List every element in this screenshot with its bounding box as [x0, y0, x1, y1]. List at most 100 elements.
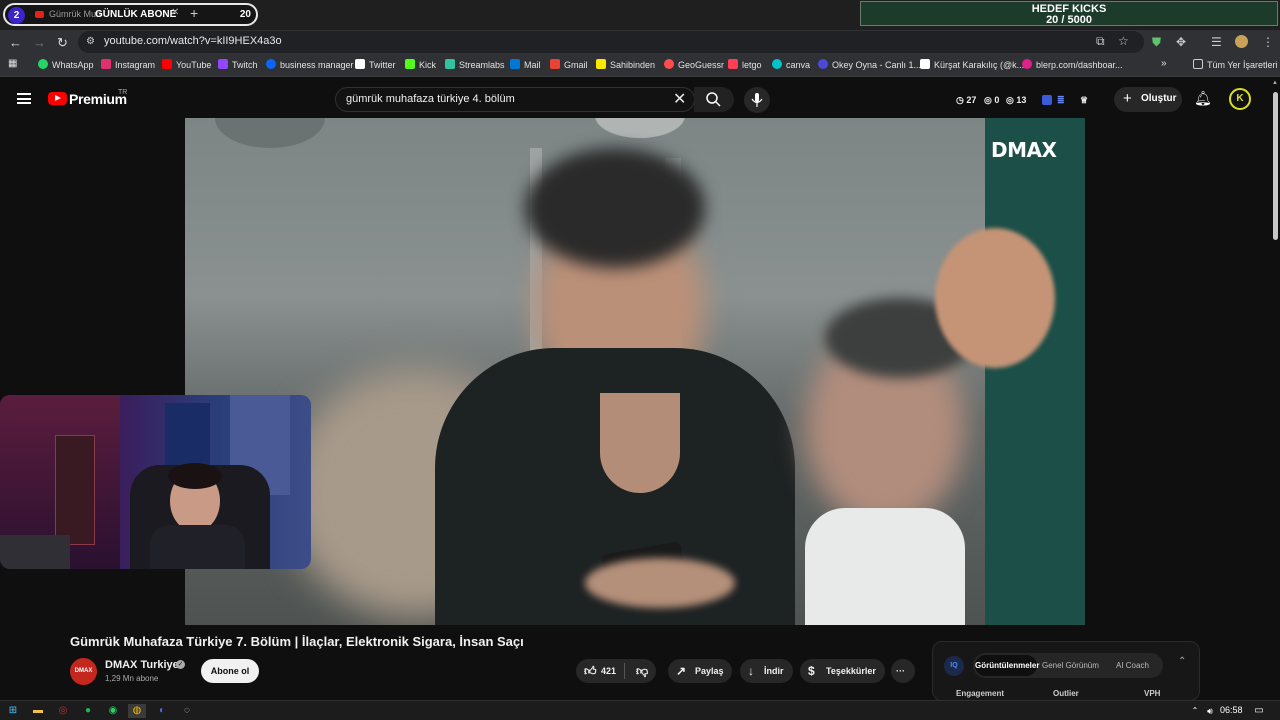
vidiq-logo-icon: IQ — [944, 656, 964, 676]
column-engagement: Engagement — [956, 689, 1005, 698]
new-tab-button[interactable]: + — [190, 5, 198, 21]
search-input[interactable]: gümrük muhafaza türkiye 4. bölüm — [335, 87, 695, 112]
overlay-left-count: 2 — [8, 7, 25, 24]
search-query[interactable]: gümrük muhafaza türkiye 4. bölüm — [346, 93, 515, 105]
bookmark-blerp[interactable]: blerp.com/dashboar... — [1022, 59, 1123, 70]
scroll-up-arrow-icon[interactable]: ▲ — [1272, 80, 1278, 86]
user-avatar[interactable]: K — [1229, 88, 1251, 110]
back-icon[interactable]: ← — [9, 35, 22, 50]
volume-icon[interactable]: 🔊︎ — [1203, 704, 1217, 718]
file-explorer-icon[interactable]: ▬ — [31, 704, 45, 718]
bookmark-streamlabs[interactable]: Streamlabs — [445, 59, 505, 70]
tab-views[interactable]: Görüntülenmeler — [975, 655, 1039, 676]
channel-name[interactable]: DMAX Turkiye — [105, 659, 179, 671]
bookmark-whatsapp[interactable]: WhatsApp — [38, 59, 94, 70]
bookmark-okey[interactable]: Okey Oyna - Canlı 1... — [818, 59, 921, 70]
youtube-header: Premium TR gümrük muhafaza türkiye 4. bö… — [0, 78, 1280, 120]
like-dislike-group: 👍︎ 421 👎︎ — [576, 659, 656, 683]
bookmark-business-manager[interactable]: business manager — [266, 59, 354, 70]
vidiq-icon[interactable] — [1042, 95, 1052, 105]
search-button[interactable] — [694, 87, 734, 112]
desk — [0, 535, 70, 569]
taskbar-clock[interactable]: 06:58 — [1220, 705, 1243, 715]
filter-icon[interactable]: ≣ — [1057, 95, 1065, 106]
bookmark-mail[interactable]: Mail — [510, 59, 541, 70]
kick-icon — [405, 59, 415, 69]
apps-grid-icon[interactable]: ▦ — [8, 58, 17, 69]
spotify-icon[interactable]: ● — [81, 704, 95, 718]
share-button[interactable]: ↗ Paylaş — [668, 659, 732, 683]
youtube-logo-icon[interactable] — [48, 92, 67, 105]
bookmarks-more-icon[interactable]: » — [1161, 58, 1167, 69]
chrome-menu-icon[interactable]: ⋮ — [1262, 35, 1274, 49]
clear-search-icon[interactable]: ✕ — [673, 89, 686, 109]
like-button[interactable]: 👍︎ 421 — [576, 659, 622, 683]
channel-avatar[interactable]: DMAX — [70, 658, 97, 685]
reload-icon[interactable]: ↻ — [57, 35, 68, 51]
subscribe-button[interactable]: Abone ol — [201, 659, 259, 683]
tab-ai-coach[interactable]: AI Coach — [1116, 661, 1149, 670]
bookmark-canva[interactable]: canva — [772, 59, 810, 70]
tab-overview[interactable]: Genel Görünüm — [1042, 661, 1099, 670]
bookmark-letgo[interactable]: letgo — [728, 59, 762, 70]
discord-icon[interactable]: ◐ — [155, 704, 169, 718]
download-button[interactable]: ↓ İndir — [740, 659, 793, 683]
map-pin-icon — [664, 59, 674, 69]
more-actions-button[interactable]: ··· — [891, 659, 915, 683]
vidiq-panel: IQ Görüntülenmeler Genel Görünüm AI Coac… — [932, 641, 1200, 701]
address-bar[interactable]: ⚙ youtube.com/watch?v=kII9HEX4a3o — [78, 31, 1144, 53]
forward-icon[interactable]: → — [33, 35, 46, 50]
obs-icon[interactable]: ◌ — [180, 704, 194, 718]
chrome-icon[interactable]: ◍ — [128, 704, 146, 718]
scrollbar-thumb[interactable] — [1273, 92, 1278, 240]
bookmark-twitch[interactable]: Twitch — [218, 59, 258, 70]
video-player[interactable]: DMAX — [185, 118, 1085, 625]
site-info-icon[interactable]: ⚙ — [86, 36, 95, 47]
url-text[interactable]: youtube.com/watch?v=kII9HEX4a3o — [104, 35, 282, 47]
subscriber-count: 1,29 Mn abone — [105, 674, 159, 683]
officer-uniform — [985, 118, 1085, 625]
dislike-button[interactable]: 👎︎ — [626, 659, 656, 683]
kicks-goal-overlay: HEDEF KICKS 20 / 5000 — [860, 1, 1278, 26]
stat-clock: ◷ 27 — [956, 95, 977, 105]
region-code: TR — [118, 89, 128, 96]
bookmark-sahibinden[interactable]: Sahibinden — [596, 59, 655, 70]
bookmark-youtube[interactable]: YouTube — [162, 59, 211, 70]
extensions-icon[interactable]: ✥ — [1176, 35, 1186, 49]
bookmark-twitter[interactable]: Twitter — [355, 59, 396, 70]
bookmark-tiktok[interactable]: Kürşat Karakılıç (@k... — [920, 59, 1024, 70]
bookmark-gmail[interactable]: Gmail — [550, 59, 588, 70]
okey-icon — [818, 59, 828, 69]
stat-views: ◎ 0 — [984, 95, 1000, 105]
sahibinden-icon — [596, 59, 606, 69]
browser-tab-title[interactable]: Gümrük Muh — [49, 9, 101, 19]
extension-shield-icon[interactable]: ⛊ — [1152, 35, 1161, 50]
collapse-chevron-icon[interactable]: ⌃ — [1178, 656, 1186, 667]
whatsapp-taskbar-icon[interactable]: ◉ — [106, 704, 120, 718]
create-button[interactable]: + Oluştur — [1114, 87, 1182, 112]
folder-icon — [1193, 59, 1203, 69]
browser-tab-strip: 2 Gümrük Muh GÜNLÜK ABONE ✕ 20 + HEDEF K… — [0, 0, 1280, 30]
trophy-icon[interactable]: ♕ — [1080, 95, 1088, 106]
windows-start-icon[interactable]: ⊞ — [6, 704, 20, 718]
goal-progress: 20 / 5000 — [1046, 14, 1092, 26]
media-control-icon[interactable]: ☰ — [1211, 35, 1222, 49]
hair — [525, 148, 705, 268]
install-app-icon[interactable]: ⧉ — [1096, 34, 1105, 49]
daily-subscriber-overlay: 2 Gümrük Muh GÜNLÜK ABONE ✕ 20 — [3, 3, 258, 26]
tab-close-icon[interactable]: ✕ — [171, 7, 179, 18]
bookmark-star-icon[interactable]: ☆ — [1118, 34, 1129, 48]
voice-search-button[interactable] — [744, 87, 770, 113]
notifications-bell-icon[interactable]: 🔔︎ — [1194, 90, 1212, 107]
bookmark-instagram[interactable]: Instagram — [101, 59, 155, 70]
tray-arrow-icon[interactable]: ⌃ — [1188, 704, 1202, 718]
hamburger-menu-icon[interactable] — [17, 93, 31, 104]
app-icon[interactable]: ◎ — [56, 704, 70, 718]
thanks-button[interactable]: $ Teşekkürler — [800, 659, 885, 683]
all-bookmarks[interactable]: Tüm Yer İşaretleri — [1193, 59, 1278, 70]
bookmark-kick[interactable]: Kick — [405, 59, 436, 70]
video-scene — [215, 118, 325, 148]
bookmark-geoguessr[interactable]: GeoGuessr — [664, 59, 724, 70]
notification-center-icon[interactable]: ▭ — [1252, 704, 1266, 718]
profile-avatar-icon[interactable] — [1235, 35, 1248, 48]
